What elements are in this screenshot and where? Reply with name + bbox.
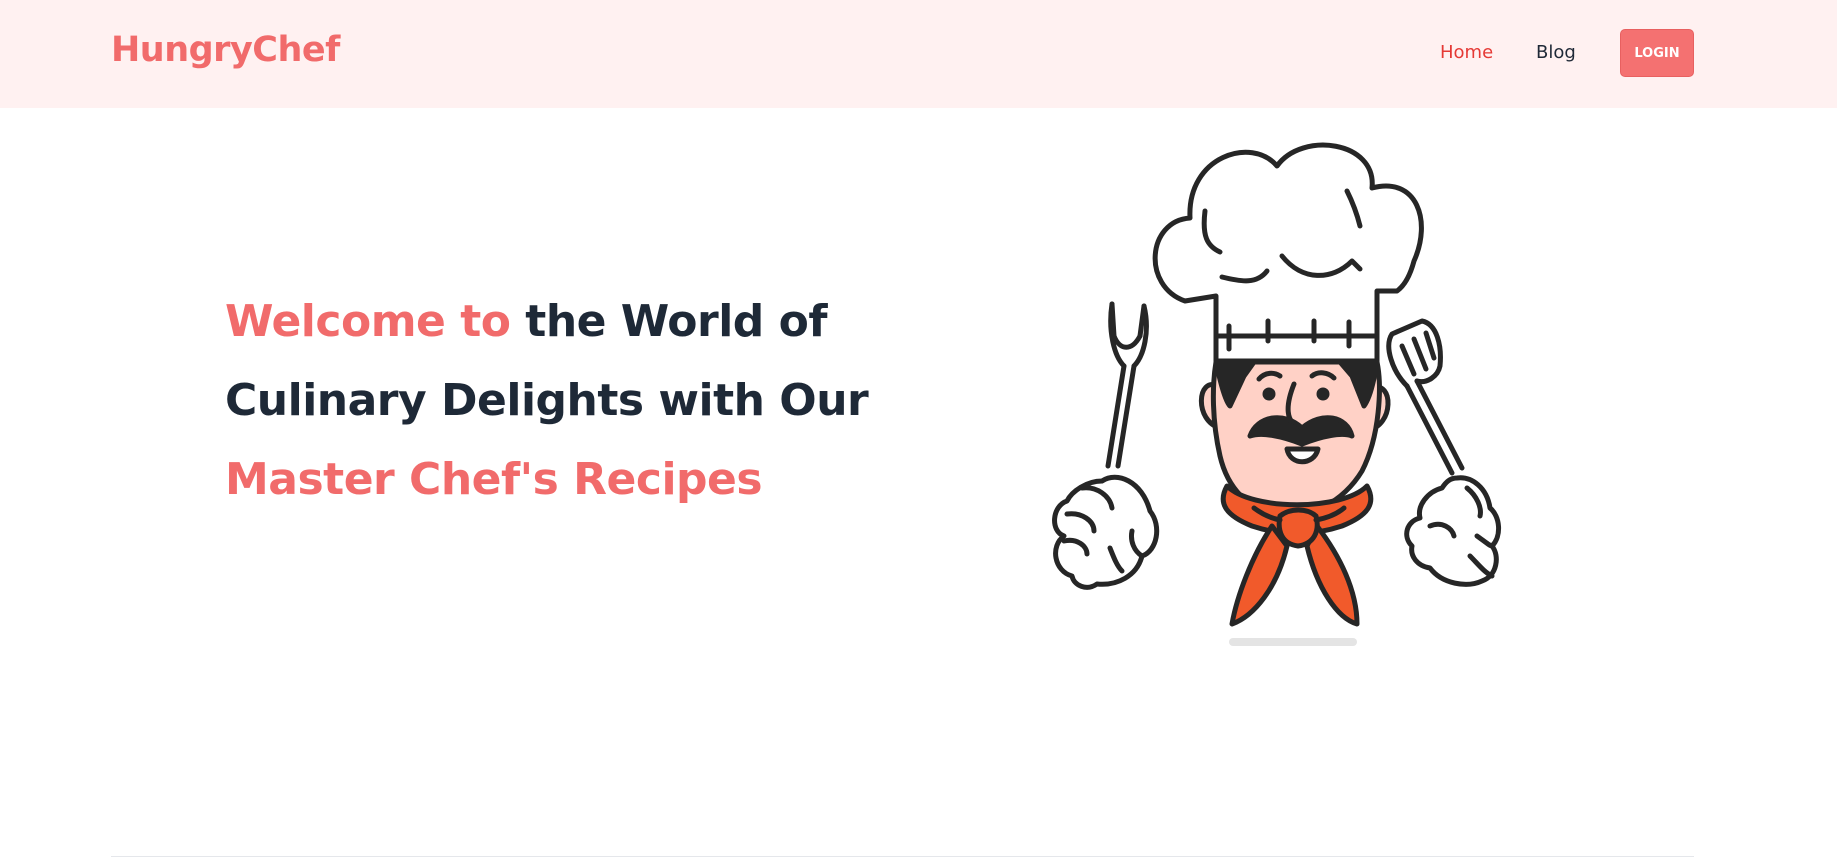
- chef-icon: [1052, 142, 1501, 646]
- hero-title-line-1: Welcome to the World of: [225, 282, 865, 361]
- login-button[interactable]: LOGIN: [1620, 29, 1694, 77]
- nav-link-blog[interactable]: Blog: [1536, 42, 1576, 63]
- nav-link-home[interactable]: Home: [1440, 42, 1493, 63]
- navbar: HungryChef Home Blog LOGIN: [0, 0, 1837, 108]
- hero-title-line-2: Culinary Delights with Our: [225, 375, 869, 426]
- hero-title-line-3: Master Chef's Recipes: [225, 454, 763, 505]
- logo[interactable]: HungryChef: [111, 30, 340, 70]
- hero-title: Welcome to the World of Culinary Delight…: [225, 282, 869, 519]
- hero-title-accent-1: Welcome to: [225, 296, 511, 347]
- hero-title-text-1: the World of: [510, 296, 827, 347]
- divider: [111, 856, 1694, 857]
